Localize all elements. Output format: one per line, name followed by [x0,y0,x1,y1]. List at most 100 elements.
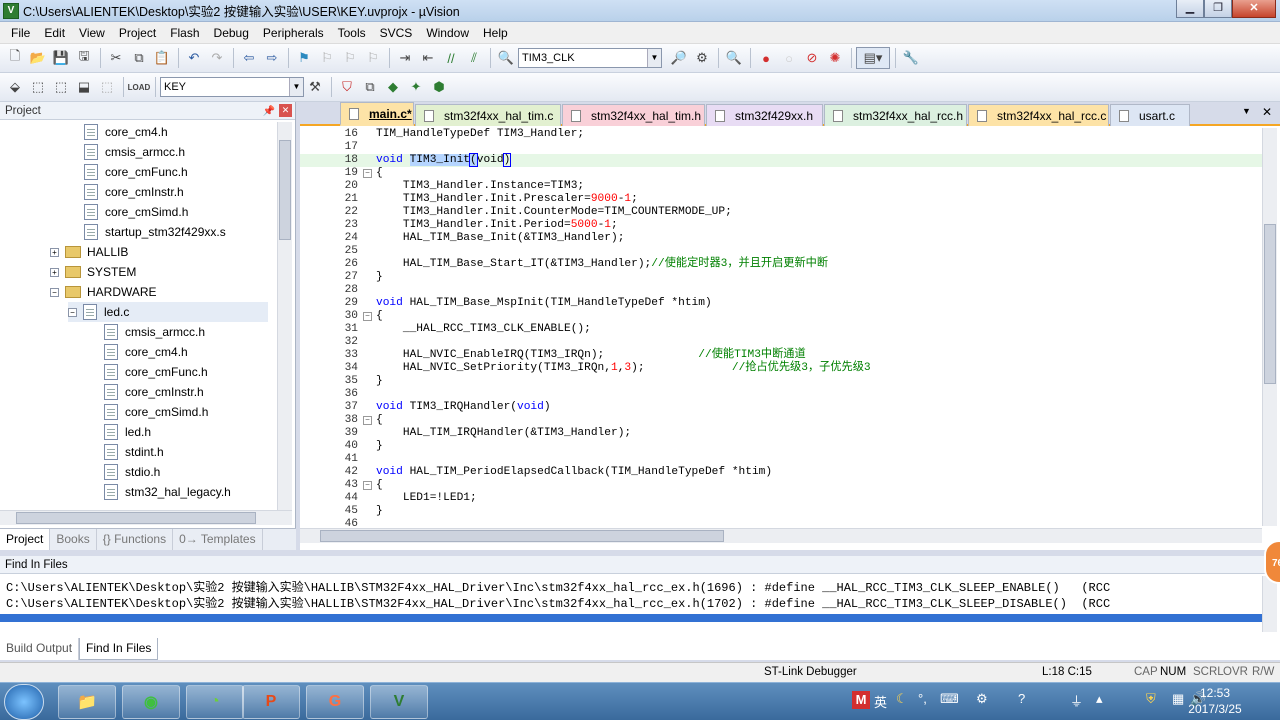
moon-icon[interactable]: ☾ [896,691,908,707]
bookmark-clear-icon[interactable]: ⚐ [362,47,384,69]
copy-icon[interactable]: ⧉ [128,47,150,69]
help-icon[interactable]: ? [1018,691,1025,706]
bookmark-prev-icon[interactable]: ⚐ [316,47,338,69]
start-button[interactable] [4,684,44,720]
manage-books-icon[interactable]: ⧉ [359,76,381,98]
breakpoint-disable-all-icon[interactable]: ⊘ [801,47,823,69]
menu-project[interactable]: Project [112,26,163,40]
tree-item[interactable]: + SYSTEM [50,262,136,282]
uncomment-icon[interactable]: ⫽ [463,47,485,69]
menu-edit[interactable]: Edit [37,26,72,40]
code-line[interactable]: 45} [300,505,1262,518]
tab-find-in-files[interactable]: Find In Files [79,638,159,660]
new-file-icon[interactable]: 🗋 [4,47,26,69]
pdf-reader-taskbar-icon[interactable]: G [306,685,364,719]
nav-forward-icon[interactable]: ⇨ [261,47,283,69]
ime-language[interactable]: 英 [874,692,887,711]
find-vertical-scrollbar[interactable] [1262,576,1277,632]
code-line[interactable]: 34 HAL_NVIC_SetPriority(TIM3_IRQn,1,3); … [300,362,1262,375]
tab-templates[interactable]: 0→ Templates [173,529,263,550]
scroll-thumb[interactable] [320,530,724,542]
code-line[interactable]: 28 [300,284,1262,297]
indent-icon[interactable]: ⇥ [394,47,416,69]
menu-file[interactable]: File [4,26,37,40]
editor-horizontal-scrollbar[interactable] [300,528,1262,543]
bookmark-icon[interactable]: ⚑ [293,47,315,69]
code-line[interactable]: 20 TIM3_Handler.Instance=TIM3; [300,180,1262,193]
nav-back-icon[interactable]: ⇦ [238,47,260,69]
code-line[interactable]: 24 HAL_TIM_Base_Init(&TIM3_Handler); [300,232,1262,245]
tree-item[interactable]: cmsis_armcc.h [84,142,185,162]
comment-icon[interactable]: // [440,47,462,69]
incremental-find-icon[interactable]: ⚙ [691,47,713,69]
pack-installer-icon[interactable]: ◆ [382,76,404,98]
menu-peripherals[interactable]: Peripherals [256,26,331,40]
configure-icon[interactable]: 🔧 [900,47,922,69]
save-icon[interactable]: 💾 [50,47,72,69]
menu-help[interactable]: Help [476,26,515,40]
tree-item[interactable]: stdio.h [104,462,160,482]
find-result-line[interactable]: C:\Users\ALIENTEK\Desktop\实验2 按键输入实验\HAL… [6,580,1110,596]
menu-flash[interactable]: Flash [163,26,206,40]
close-icon[interactable]: ✕ [279,104,292,117]
tree-horizontal-scrollbar[interactable] [0,510,292,525]
code-line[interactable]: 39 HAL_TIM_IRQHandler(&TIM3_Handler); [300,427,1262,440]
collapse-icon[interactable]: − [50,287,59,297]
explorer-taskbar-icon[interactable]: 📁 [58,685,116,719]
maximize-button[interactable]: ❐ [1204,0,1232,18]
tree-item[interactable]: core_cmInstr.h [104,382,204,402]
select-packs-icon[interactable]: ✦ [405,76,427,98]
code-line[interactable]: 23 TIM3_Handler.Init.Period=5000-1; [300,219,1262,232]
code-line[interactable]: 35} [300,375,1262,388]
find-icon[interactable]: 🔎 [668,47,690,69]
chevron-down-icon[interactable]: ▼ [289,78,303,96]
code-line[interactable]: 29 void HAL_TIM_Base_MspInit(TIM_HandleTy… [300,297,1262,310]
editor-vertical-scrollbar[interactable] [1262,128,1277,526]
browser-taskbar-icon[interactable]: ◔ [186,685,244,719]
redo-icon[interactable]: ↷ [206,47,228,69]
editor-tab[interactable]: stm32f4xx_hal_rcc.h [824,104,967,126]
fold-icon[interactable]: − [363,481,372,490]
debug-start-icon[interactable]: 🔍 [723,47,745,69]
collapse-icon[interactable]: − [68,307,77,317]
editor-tab[interactable]: stm32f4xx_hal_tim.c [415,104,561,126]
editor-tab[interactable]: usart.c [1110,104,1190,126]
tree-vertical-scrollbar[interactable] [277,122,292,514]
pin-icon[interactable]: 📌 [263,103,275,121]
breakpoint-insert-icon[interactable]: ● [755,47,777,69]
target-combo[interactable]: KEY ▼ [160,77,304,97]
code-line[interactable]: 38−{ [300,414,1262,427]
batch-build-icon[interactable]: ⬓ [73,76,95,98]
tree-item[interactable]: startup_stm32f429xx.s [84,222,226,242]
code-line[interactable]: 27} [300,271,1262,284]
punctuation-icon[interactable]: °, [918,691,927,706]
tab-build-output[interactable]: Build Output [0,638,80,660]
code-line[interactable]: 30−{ [300,310,1262,323]
fold-icon[interactable]: − [363,416,372,425]
manage-project-icon[interactable]: ⛉ [336,76,358,98]
code-line[interactable]: 33 HAL_NVIC_EnableIRQ(TIM3_IRQn); //使能TI… [300,349,1262,362]
code-line[interactable]: 44 LED1=!LED1; [300,492,1262,505]
code-line[interactable]: 42 void HAL_TIM_PeriodElapsedCallback(TIM… [300,466,1262,479]
uvision-taskbar-icon[interactable]: V [370,685,428,719]
tab-books[interactable]: Books [50,529,97,550]
keyboard-icon[interactable]: ⌨ [940,691,959,707]
menu-debug[interactable]: Debug [207,26,256,40]
code-line[interactable]: 43−{ [300,479,1262,492]
save-all-icon[interactable]: 🖫 [73,47,95,69]
tree-item[interactable]: core_cmFunc.h [84,162,188,182]
translate-icon[interactable]: ⬙ [4,76,26,98]
code-line[interactable]: 26 HAL_TIM_Base_Start_IT(&TIM3_Handler);… [300,258,1262,271]
tree-item[interactable]: − led.c [68,302,268,322]
tree-item[interactable]: core_cmSimd.h [84,202,188,222]
menu-svcs[interactable]: SVCS [373,26,420,40]
editor-tab[interactable]: stm32f4xx_hal_tim.h [562,104,705,126]
open-file-icon[interactable]: 📂 [27,47,49,69]
paste-icon[interactable]: 📋 [151,47,173,69]
code-line[interactable]: 25 [300,245,1262,258]
expand-icon[interactable]: + [50,267,59,277]
tree-item[interactable]: core_cmInstr.h [84,182,184,202]
tree-item[interactable]: cmsis_armcc.h [104,322,205,342]
find-result-selected-line[interactable] [0,614,1262,622]
tree-item[interactable]: + HALLIB [50,242,128,262]
